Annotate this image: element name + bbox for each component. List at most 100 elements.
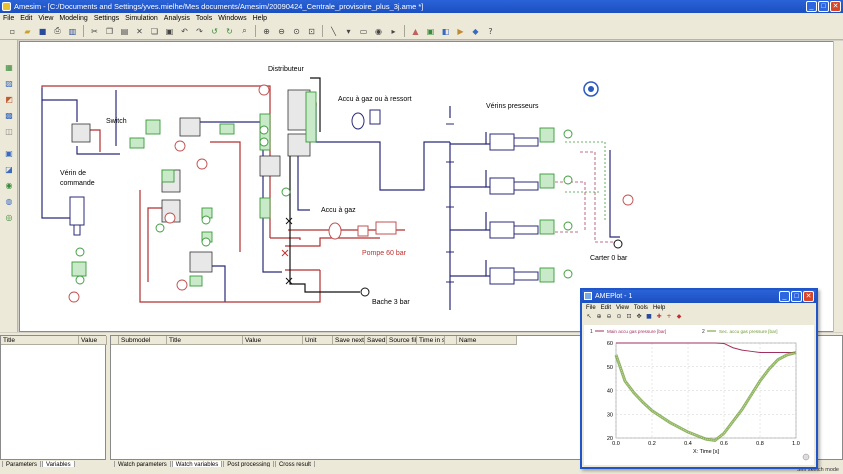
zoom-in-icon[interactable]: ⊕ (260, 25, 273, 38)
menu-file[interactable]: File (3, 15, 14, 22)
simulate-icon[interactable]: ▸ (387, 25, 400, 38)
delete-icon[interactable]: ✕ (133, 25, 146, 38)
undo-icon[interactable]: ↺ (208, 25, 221, 38)
library-control-icon[interactable]: ◪ (3, 164, 15, 176)
library-electric-icon[interactable]: ▣ (3, 148, 15, 160)
zoom-out-icon[interactable]: ⊖ (275, 25, 288, 38)
plot-menu-edit[interactable]: Edit (601, 305, 611, 311)
zoom-in-icon[interactable]: ⊕ (595, 313, 603, 321)
library-hydraulic-icon[interactable]: ▦ (3, 62, 15, 74)
toolbar-separator (404, 25, 405, 37)
line-icon[interactable]: ╲ (327, 25, 340, 38)
canvas-vertical-scrollbar[interactable] (833, 41, 843, 332)
header-save-next[interactable]: Save next (333, 336, 365, 345)
plot-maximize-button[interactable]: □ (791, 291, 802, 302)
menu-edit[interactable]: Edit (20, 15, 32, 22)
select-icon[interactable]: ↖ (585, 313, 593, 321)
plot-menu-help[interactable]: Help (653, 305, 665, 311)
submodel-mode-icon[interactable]: ▣ (424, 25, 437, 38)
add-curve-icon[interactable]: ✚ (655, 313, 663, 321)
header-flag (445, 336, 457, 345)
zoom-fit-icon[interactable]: ⊙ (290, 25, 303, 38)
library-mechanical-icon[interactable]: ▨ (3, 78, 15, 90)
header-title[interactable]: Title (167, 336, 243, 345)
remove-curve-icon[interactable]: + (665, 313, 673, 321)
header-index (111, 336, 119, 345)
menu-tools[interactable]: Tools (196, 15, 212, 22)
header-unit[interactable]: Unit (303, 336, 333, 345)
zoom-fit-icon[interactable]: ⊙ (615, 313, 623, 321)
cut-icon[interactable]: ✂ (88, 25, 101, 38)
maximize-button[interactable]: □ (818, 1, 829, 12)
paste-special-icon[interactable]: ▣ (163, 25, 176, 38)
header-title[interactable]: Title (1, 336, 79, 345)
library-thermal-icon[interactable]: ◫ (3, 126, 15, 138)
print-icon[interactable]: ⎙ (51, 25, 64, 38)
menu-help[interactable]: Help (253, 15, 267, 22)
export-icon[interactable]: ■ (645, 313, 653, 321)
paste-icon[interactable]: ▤ (118, 25, 131, 38)
help-icon[interactable]: ? (484, 25, 497, 38)
plot-menu-bar: File Edit View Tools Help (582, 303, 816, 312)
variables-tree-panel[interactable]: Title Value (0, 335, 107, 460)
redo-icon[interactable]: ↻ (223, 25, 236, 38)
header-value[interactable]: Value (79, 336, 107, 345)
sketch-mode-icon[interactable]: ▲ (409, 25, 422, 38)
menu-windows[interactable]: Windows (218, 15, 246, 22)
library-signal-icon[interactable]: ◩ (3, 94, 15, 106)
python-icon[interactable]: ◆ (469, 25, 482, 38)
plot-menu-view[interactable]: View (616, 305, 629, 311)
label-accu-gaz-ressort: Accu à gaz ou à ressort (338, 96, 412, 103)
x-tick-label: 0.2 (648, 441, 656, 447)
minimize-button[interactable]: _ (806, 1, 817, 12)
close-button[interactable]: ✕ (830, 1, 841, 12)
pan-icon[interactable]: ✥ (635, 313, 643, 321)
find-icon[interactable]: ⌕ (238, 25, 251, 38)
library-hcd-icon[interactable]: ◉ (3, 180, 15, 192)
copy-icon[interactable]: ❐ (103, 25, 116, 38)
zoom-out-icon[interactable]: ⊖ (605, 313, 613, 321)
legend-label: Sec. accu gas pressure [bar] (719, 329, 777, 334)
simulation-mode-icon[interactable]: ▶ (454, 25, 467, 38)
rotate-right-icon[interactable]: ↷ (193, 25, 206, 38)
plot-menu-file[interactable]: File (586, 305, 596, 311)
header-value[interactable]: Value (243, 336, 303, 345)
menu-view[interactable]: View (38, 15, 53, 22)
header-source-file[interactable]: Source file (387, 336, 417, 345)
plot-menu-tools[interactable]: Tools (634, 305, 648, 311)
open-icon[interactable]: ▰ (21, 25, 34, 38)
x-tick-label: 0.8 (756, 441, 764, 447)
x-tick-label: 0.4 (684, 441, 692, 447)
disk-icon[interactable]: ◉ (372, 25, 385, 38)
header-submodel[interactable]: Submodel (119, 336, 167, 345)
zoom-window-icon[interactable]: ⊡ (305, 25, 318, 38)
component-icon[interactable]: ▭ (357, 25, 370, 38)
parameter-mode-icon[interactable]: ◧ (439, 25, 452, 38)
zoom-area-icon[interactable]: ⊡ (625, 313, 633, 321)
library-pneumatic-icon[interactable]: ▩ (3, 110, 15, 122)
plot-area[interactable]: 0.0 0.2 0.4 0.6 0.8 1.0 20 30 40 50 60 X: Time [s] 1… (584, 325, 814, 465)
save-icon[interactable]: ■ (36, 25, 49, 38)
text-icon[interactable]: ▾ (342, 25, 355, 38)
label-switch: Switch (106, 118, 127, 125)
plus-icon[interactable]: ◆ (675, 313, 683, 321)
menu-modeling[interactable]: Modeling (59, 15, 87, 22)
y-tick-label: 30 (607, 412, 613, 418)
legend-label: Main accu gas pressure [bar] (607, 329, 666, 334)
new-icon[interactable]: ▫ (6, 25, 19, 38)
ameplot-window[interactable]: AMEPlot - 1 _ □ ✕ File Edit View Tools H… (580, 288, 818, 469)
menu-settings[interactable]: Settings (94, 15, 119, 22)
header-time[interactable]: Time in s (417, 336, 445, 345)
toolbar-separator (83, 25, 84, 37)
plot-minimize-button[interactable]: _ (779, 291, 790, 302)
menu-analysis[interactable]: Analysis (164, 15, 190, 22)
menu-simulation[interactable]: Simulation (125, 15, 158, 22)
header-saved[interactable]: Saved (365, 336, 387, 345)
book-icon[interactable]: ▥ (66, 25, 79, 38)
header-name[interactable]: Name (457, 336, 517, 345)
plot-close-button[interactable]: ✕ (803, 291, 814, 302)
library-filling-icon[interactable]: ◍ (3, 196, 15, 208)
library-misc-icon[interactable]: ◎ (3, 212, 15, 224)
rotate-left-icon[interactable]: ↶ (178, 25, 191, 38)
copy-special-icon[interactable]: ❏ (148, 25, 161, 38)
